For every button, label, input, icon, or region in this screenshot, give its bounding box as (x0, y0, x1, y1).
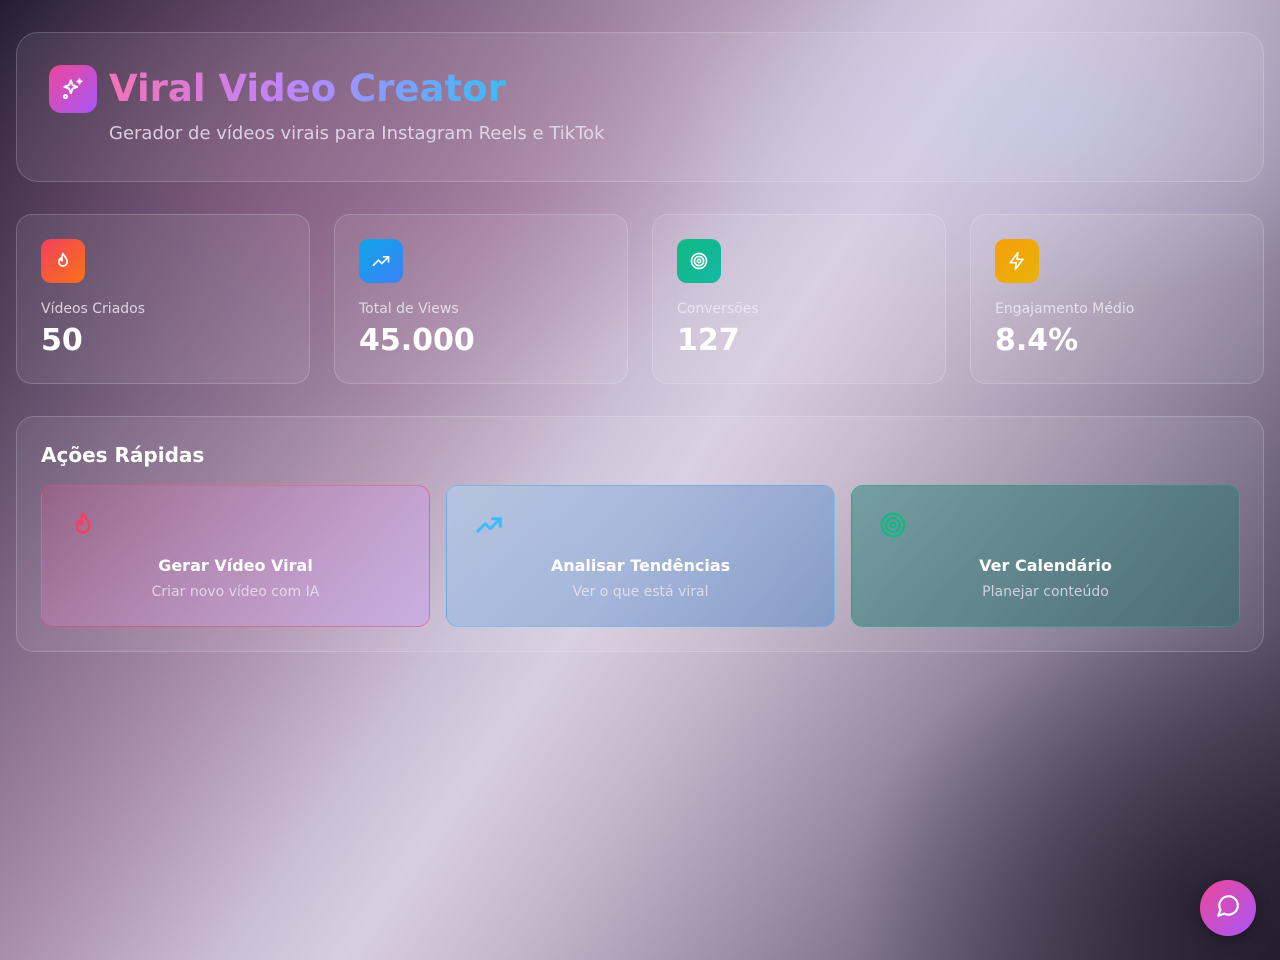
message-circle-icon (1215, 893, 1241, 923)
stat-value: 8.4% (995, 323, 1079, 358)
action-title: Ver Calendário (979, 556, 1112, 575)
stat-label: Conversões (677, 301, 759, 317)
stat-card-conversions: Conversões 127 (652, 214, 946, 384)
view-calendar-button[interactable]: Ver Calendário Planejar conteúdo (851, 485, 1240, 627)
quick-actions-title: Ações Rápidas (41, 443, 205, 467)
stat-card-videos: Vídeos Criados 50 (16, 214, 310, 384)
quick-actions-panel: Ações Rápidas Gerar Vídeo Viral Criar no… (16, 416, 1264, 652)
analyze-trends-button[interactable]: Analisar Tendências Ver o que está viral (446, 485, 835, 627)
header-panel: Viral Video Creator Gerador de vídeos vi… (16, 32, 1264, 182)
action-subtitle: Criar novo vídeo com IA (151, 584, 320, 600)
zap-icon (995, 239, 1039, 283)
stat-value: 45.000 (359, 323, 475, 358)
sparkles-icon (49, 65, 97, 113)
app-title: Viral Video Creator (109, 65, 506, 113)
target-icon (878, 510, 908, 544)
stat-card-views: Total de Views 45.000 (334, 214, 628, 384)
app-subtitle: Gerador de vídeos virais para Instagram … (109, 123, 605, 144)
stat-label: Engajamento Médio (995, 301, 1135, 317)
stat-value: 50 (41, 323, 83, 358)
stat-value: 127 (677, 323, 740, 358)
stat-label: Vídeos Criados (41, 301, 146, 317)
flame-icon (41, 239, 85, 283)
trending-up-icon (359, 239, 403, 283)
action-title: Gerar Vídeo Viral (158, 556, 313, 575)
chat-button[interactable] (1200, 880, 1256, 936)
trending-up-icon (473, 510, 505, 544)
action-title: Analisar Tendências (550, 556, 731, 575)
action-subtitle: Planejar conteúdo (982, 584, 1109, 600)
flame-icon (68, 510, 98, 544)
action-subtitle: Ver o que está viral (572, 584, 709, 600)
stat-card-engagement: Engajamento Médio 8.4% (970, 214, 1264, 384)
generate-video-button[interactable]: Gerar Vídeo Viral Criar novo vídeo com I… (41, 485, 430, 627)
target-icon (677, 239, 721, 283)
stat-label: Total de Views (359, 301, 459, 317)
